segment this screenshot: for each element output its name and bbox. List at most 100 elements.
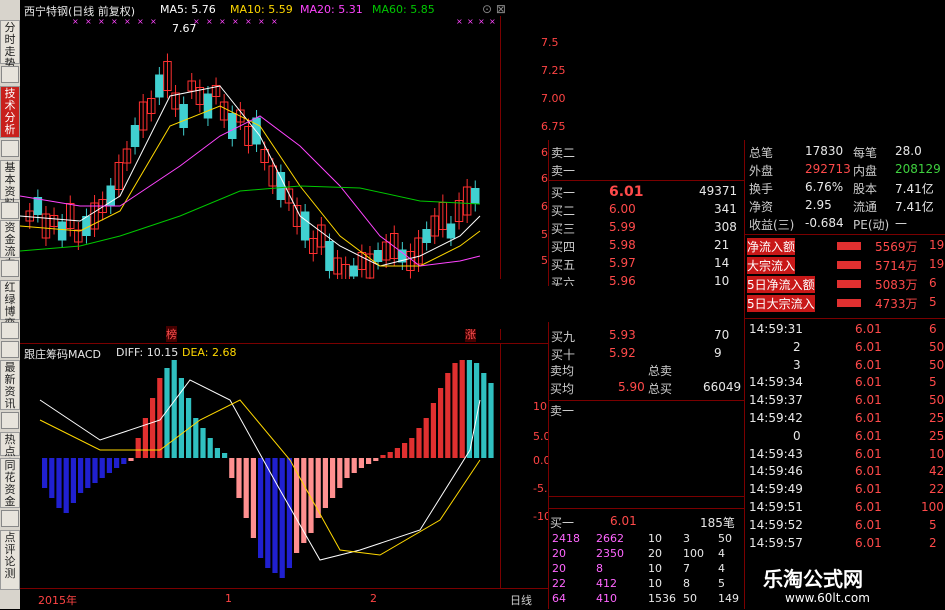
tick-time: 3 [793, 357, 801, 372]
stat-cell: 7.41亿 [895, 200, 934, 214]
queue-cell: 2662 [596, 532, 624, 545]
macd-bar [70, 458, 76, 503]
queue-cell: 8 [596, 562, 603, 575]
pencil-icon[interactable] [1, 412, 19, 429]
svg-text:×: × [258, 17, 265, 26]
macd-bar [178, 378, 184, 458]
svg-text:×: × [85, 17, 92, 26]
flow-bar [837, 280, 861, 288]
tab-news[interactable]: 最新资讯 [0, 360, 20, 410]
tick-time: 14:59:43 [749, 446, 803, 461]
stat-cell: 6.76% [805, 180, 844, 194]
candle-body [130, 125, 140, 147]
stat-cell: 换手 [749, 182, 774, 196]
queue-cell: 20 [552, 547, 566, 560]
stat-cell: 292713 [805, 162, 851, 176]
stat-cell: — [895, 216, 907, 230]
flow-bar [837, 299, 861, 307]
tick-volume: 6 [929, 322, 937, 336]
stat-cell: 外盘 [749, 164, 774, 178]
tick-volume: 50 [929, 357, 945, 372]
buy-level-volume: 14 [714, 256, 730, 270]
candle-icon[interactable] [1, 140, 19, 157]
tab-review[interactable]: 点评论测 [0, 530, 20, 590]
tab-events[interactable]: 热点赛事 [0, 432, 20, 482]
period-5-icon[interactable] [1, 510, 19, 527]
tick-volume: 50 [929, 339, 945, 354]
tick-volume: 5 [929, 517, 937, 532]
macd-bar [128, 458, 134, 461]
tick-volume: 10 [929, 446, 945, 461]
tick-price: 6.01 [855, 375, 882, 390]
tick-price: 6.01 [855, 411, 882, 425]
buy-avg-label: 买均 [550, 382, 575, 396]
buy-level-volume: 49371 [699, 184, 738, 198]
queue-cell: 5 [718, 577, 725, 590]
svg-text:×: × [150, 17, 157, 26]
macd-bar [150, 398, 156, 458]
tab-technical[interactable]: 技术分析 [0, 86, 20, 138]
flow-label: 净流入额 [747, 238, 796, 255]
buy-level-price: 6.01 [609, 184, 644, 200]
tick-volume: 25 [929, 411, 945, 425]
buy-level-volume: 9 [714, 346, 722, 360]
candle-body [276, 172, 286, 200]
buy-level-price: 5.93 [609, 328, 636, 342]
macd-bar [373, 458, 379, 461]
x-axis: 2015年 1 2 日线 [20, 588, 548, 610]
tick-price: 6.01 [855, 357, 882, 372]
macd-chart[interactable] [20, 360, 500, 588]
high-label: 7.67 [172, 22, 197, 35]
tab-capital-flow[interactable]: 资金流向 [0, 220, 20, 270]
tab-intraday[interactable]: 分时走势 [0, 20, 20, 70]
macd-bar [135, 438, 141, 458]
tab-ths-capital[interactable]: 同花资金 [0, 458, 20, 508]
queue-cell: 410 [596, 592, 617, 605]
macd-bar [416, 428, 422, 458]
macd-bar [459, 360, 465, 458]
flow-label: 大宗流入 [747, 257, 796, 274]
svg-text:×: × [478, 17, 485, 26]
candle-body [373, 250, 383, 262]
macd-bar [481, 373, 487, 458]
tick-time: 14:59:57 [749, 535, 803, 550]
tick-volume: 25 [929, 428, 945, 443]
macd-bar [351, 458, 357, 473]
marker-left: 榜 [166, 326, 177, 342]
stat-cell: 内盘 [853, 164, 878, 178]
settings-icon[interactable]: ⊙ ⊠ [482, 2, 506, 16]
tick-volume: 2 [929, 535, 937, 550]
buy-level-price: 6.00 [609, 202, 636, 216]
macd-bar [430, 403, 436, 458]
tab-redgreen[interactable]: 红绿博弈 [0, 280, 20, 330]
macd-bar [214, 448, 220, 458]
tick-time: 2 [793, 339, 801, 354]
tick-price: 6.01 [855, 500, 882, 514]
tick-time: 14:59:31 [749, 322, 803, 336]
stat-cell: PE(动) [853, 218, 890, 232]
rsi-icon[interactable] [1, 322, 19, 339]
buy-total: 66049 [703, 380, 742, 394]
period-label: 日线 [510, 594, 532, 607]
svg-text:×: × [206, 17, 213, 26]
svg-text:×: × [456, 17, 463, 26]
queue-cell: 3 [683, 532, 690, 545]
fo-icon[interactable] [1, 202, 19, 219]
tab-profile[interactable]: 基本资料 [0, 160, 20, 210]
stat-cell: 28.0 [895, 144, 922, 158]
stat-cell: 2.95 [805, 198, 832, 212]
candle-body [33, 197, 43, 215]
tick-price: 6.01 [855, 446, 882, 461]
buy-avg: 5.90 [618, 380, 645, 394]
tick-time: 14:59:49 [749, 482, 803, 497]
svg-text:×: × [467, 17, 474, 26]
svg-text:×: × [98, 17, 105, 26]
f12-icon[interactable] [1, 260, 19, 277]
chart-icon[interactable] [1, 66, 19, 83]
buy-level-volume: 308 [714, 220, 737, 234]
watermark-url: www.60lt.com [785, 591, 870, 605]
kline-y-tick: 7.25 [541, 64, 566, 77]
buy-level-label: 买一 [551, 186, 576, 200]
obv-icon[interactable] [1, 341, 19, 358]
macd-bar [394, 448, 400, 458]
